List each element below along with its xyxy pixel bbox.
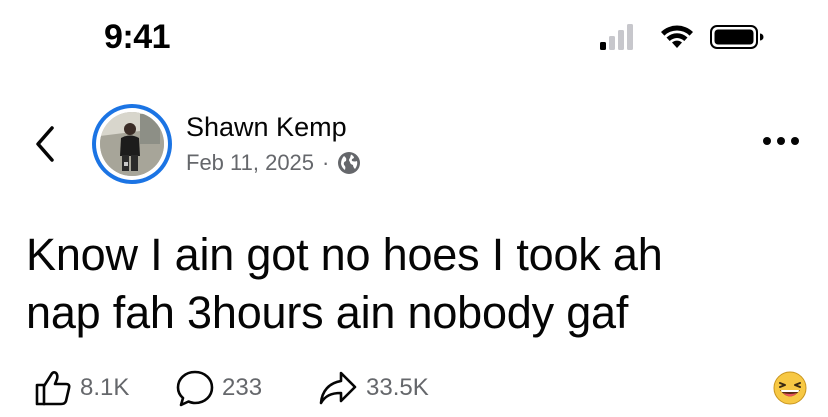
post-text: Know I ain got no hoes I took ah nap fah… <box>26 226 806 342</box>
avatar[interactable] <box>92 104 172 184</box>
post-header: Shawn Kemp Feb 11, 2025 · <box>0 100 828 190</box>
cellular-signal-icon <box>600 24 633 50</box>
avatar-photo <box>100 112 164 176</box>
reaction-emoji-button[interactable] <box>772 370 808 406</box>
share-arrow-icon <box>319 371 357 405</box>
chevron-left-icon <box>36 126 54 162</box>
back-button[interactable] <box>28 122 64 166</box>
comment-button[interactable]: 233 <box>176 366 262 410</box>
like-count: 8.1K <box>80 374 130 401</box>
comment-bubble-icon <box>176 370 214 407</box>
status-time: 9:41 <box>104 18 171 56</box>
post-date[interactable]: Feb 11, 2025 <box>186 150 314 176</box>
status-bar: 9:41 <box>0 0 828 80</box>
globe-icon <box>338 152 361 174</box>
more-options-button[interactable] <box>762 134 800 148</box>
post-actions: 8.1K 233 33.5K <box>0 366 828 412</box>
more-horizontal-icon <box>763 137 799 145</box>
thumbs-up-icon <box>35 371 71 406</box>
post-text-line: Know I ain got no hoes I took ah <box>26 229 663 280</box>
post-meta: Feb 11, 2025 · <box>186 150 361 176</box>
author-name[interactable]: Shawn Kemp <box>186 112 347 143</box>
share-button[interactable]: 33.5K <box>318 366 429 410</box>
battery-icon <box>710 25 764 49</box>
laughing-emoji-icon <box>773 371 807 405</box>
share-count: 33.5K <box>366 374 429 401</box>
status-icons <box>600 22 770 52</box>
post-text-line: nap fah 3hours ain nobody gaf <box>26 287 629 338</box>
wifi-icon <box>661 25 693 48</box>
like-button[interactable]: 8.1K <box>34 366 129 410</box>
comment-count: 233 <box>222 374 263 401</box>
meta-separator: · <box>322 150 330 175</box>
